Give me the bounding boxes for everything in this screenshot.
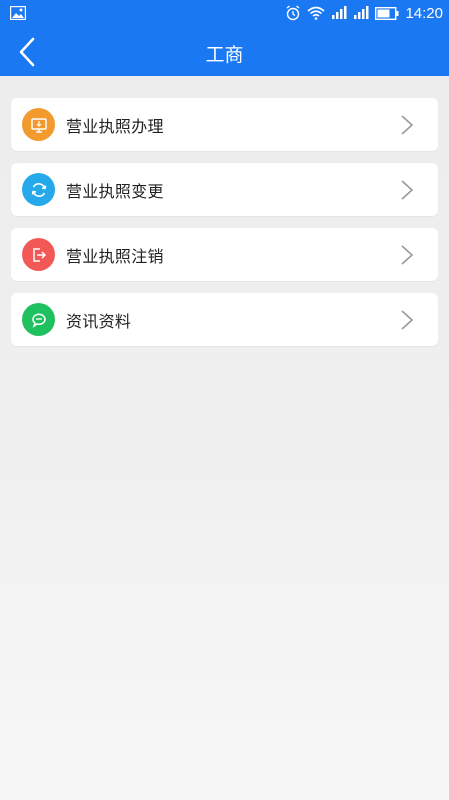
menu-item-license-cancel[interactable]: 营业执照注销 [11,228,438,281]
menu-item-license-apply[interactable]: 营业执照办理 [11,98,438,151]
menu-item-label: 营业执照办理 [66,117,164,136]
wifi-icon [307,6,325,20]
logout-icon [22,238,55,271]
menu-item-license-change[interactable]: 营业执照变更 [11,163,438,216]
signal-icon [354,6,369,19]
refresh-icon [22,173,55,206]
status-time: 14:20 [405,4,443,22]
status-bar: 14:20 [0,0,449,27]
chevron-right-icon [401,310,414,330]
status-icons: 14:20 [285,3,443,23]
menu-item-label: 营业执照变更 [66,182,164,201]
menu-list: 营业执照办理 营业执照变更 营业执照注销 资讯资料 [11,98,438,358]
menu-item-label: 资讯资料 [66,312,132,331]
chevron-right-icon [401,115,414,135]
alarm-icon [287,5,300,21]
menu-item-label: 营业执照注销 [66,247,164,266]
monitor-icon [22,108,55,141]
menu-item-info-materials[interactable]: 资讯资料 [11,293,438,346]
battery-icon [375,6,399,20]
image-icon [10,6,26,20]
chevron-right-icon [401,245,414,265]
navigation-bar: 工商 [0,27,449,76]
chat-icon [22,303,55,336]
chevron-right-icon [401,180,414,200]
signal-icon [332,6,347,19]
page-title: 工商 [205,44,244,66]
